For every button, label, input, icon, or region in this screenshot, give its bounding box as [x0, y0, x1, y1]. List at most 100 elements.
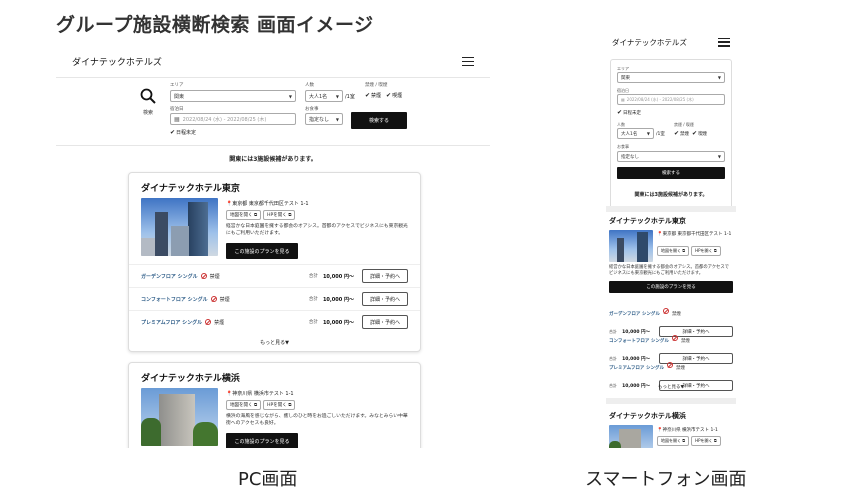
open-hp-button[interactable]: HPを開く ⧉ — [263, 400, 296, 410]
view-plans-button[interactable]: この施設のプランを見る — [609, 281, 733, 293]
room-name[interactable]: プレミアムフロア シングル — [141, 319, 202, 326]
brand-logo[interactable]: ダイナテックホテルズ — [612, 37, 687, 48]
check-icon: ✔ — [617, 109, 623, 116]
detail-reserve-button[interactable]: 詳細・予約へ — [362, 315, 408, 329]
undecided-checkbox[interactable]: ✔ 日程未定 — [170, 129, 196, 136]
no-smoking-icon — [205, 319, 212, 325]
room-name[interactable]: コンフォートフロア シングル — [609, 339, 669, 344]
area-select[interactable]: 関東 ▼ — [170, 90, 296, 102]
smoking-label: 禁煙 / 喫煙 — [365, 83, 388, 88]
hotel-card: ダイナテックホテル東京 📍東京都 東京都千代田区テスト 1-1 地図を開く ⧉ … — [128, 172, 421, 352]
search-submit-button[interactable]: 検索する — [617, 167, 725, 179]
meal-select[interactable]: 指定なし ▼ — [617, 151, 725, 162]
check-icon: ✔ — [170, 129, 176, 136]
show-more-link[interactable]: もっと見る▼ — [606, 384, 736, 390]
room-name[interactable]: コンフォートフロア シングル — [141, 296, 208, 303]
open-map-button[interactable]: 地図を開く ⧉ — [657, 246, 690, 256]
calendar-icon: ▦ — [174, 115, 180, 123]
smoking-checkbox[interactable]: ✔ 喫煙 — [692, 130, 707, 137]
guests-select[interactable]: 大人1名 ▼ — [305, 90, 343, 102]
room-row: ガーデンフロア シングル 禁煙 合計 10,000 円〜 詳細・予約へ — [129, 264, 420, 287]
hotel-address: 📍東京都 東京都千代田区テスト 1-1 — [657, 232, 732, 237]
brand-logo[interactable]: ダイナテックホテルズ — [72, 55, 162, 68]
room-row: コンフォートフロア シングル 禁煙 合計 10,000 円〜 詳細・予約へ — [129, 287, 420, 310]
room-price: 10,000 円〜 — [322, 319, 354, 326]
area-label: エリア — [170, 83, 184, 88]
external-link-icon: ⧉ — [253, 213, 258, 218]
hotel-photo — [609, 230, 653, 262]
room-name[interactable]: ガーデンフロア シングル — [609, 312, 660, 317]
hotel-description: 横浜の海風を感じながら、癒しのひと時をお過ごしいただけます。みなとみらい中華街へ… — [226, 414, 408, 426]
chevron-down-icon: ▼ — [335, 116, 339, 122]
hotel-description: 経営かな日本庭園を擁する都会のオアシス。首都のアクセスでビジネスにも東京観光にも… — [226, 224, 408, 236]
room-price: 10,000 円〜 — [322, 296, 354, 303]
open-hp-button[interactable]: HPを開く ⧉ — [691, 246, 721, 256]
chevron-down-icon: ▼ — [717, 154, 721, 159]
menu-icon[interactable] — [718, 37, 730, 47]
area-select[interactable]: 関東 ▼ — [617, 72, 725, 83]
sp-screen: ダイナテックホテルズ エリア 関東 ▼ 宿泊日 ▦ 2022/08/24 (水) -… — [606, 28, 736, 448]
pc-caption: PC画面 — [238, 469, 298, 490]
external-link-icon: ⧉ — [682, 438, 686, 443]
room-name[interactable]: プレミアムフロア シングル — [609, 366, 664, 371]
hotel-name[interactable]: ダイナテックホテル東京 — [141, 181, 240, 194]
hotel-name[interactable]: ダイナテックホテル東京 — [609, 216, 686, 226]
nonsmoking-checkbox[interactable]: ✔ 禁煙 — [365, 92, 381, 99]
guests-select[interactable]: 大人1名 ▼ — [617, 128, 654, 139]
check-icon: ✔ — [692, 130, 698, 137]
external-link-icon: ⧉ — [682, 248, 686, 253]
pc-screen: ダイナテックホテルズ 検索 エリア 関東 ▼ 人数 大人1名 ▼ /1室 禁煙 / … — [56, 46, 490, 448]
hotel-name[interactable]: ダイナテックホテル横浜 — [141, 371, 240, 384]
sp-search-form: エリア 関東 ▼ 宿泊日 ▦ 2022/08/24 (水) - 2022/08/25… — [610, 59, 732, 212]
search-icon — [140, 88, 156, 104]
page-title: グループ施設横断検索 画面イメージ — [56, 14, 374, 36]
smoking-checkbox[interactable]: ✔ 喫煙 — [386, 92, 402, 99]
show-more-link[interactable]: もっと見る▼ — [129, 339, 420, 346]
no-smoking-icon — [666, 361, 673, 368]
search-form: 検索 エリア 関東 ▼ 人数 大人1名 ▼ /1室 禁煙 / 喫煙 ✔ 禁煙 ✔ 喫煙 … — [56, 78, 490, 146]
hotel-name[interactable]: ダイナテックホテル横浜 — [609, 411, 686, 421]
chevron-down-icon: ▼ — [288, 93, 292, 99]
room-name[interactable]: ガーデンフロア シングル — [141, 273, 198, 280]
room-price: 10,000 円〜 — [322, 273, 354, 280]
view-plans-button[interactable]: この施設のプランを見る — [226, 243, 298, 259]
detail-reserve-button[interactable]: 詳細・予約へ — [362, 292, 408, 306]
open-map-button[interactable]: 地図を開く ⧉ — [226, 210, 262, 220]
undecided-checkbox[interactable]: ✔ 日程未定 — [617, 109, 641, 116]
open-map-button[interactable]: 地図を開く ⧉ — [226, 400, 262, 410]
per-room-text: /1室 — [345, 94, 355, 100]
hotel-photo — [141, 388, 218, 446]
detail-reserve-button[interactable]: 詳細・予約へ — [362, 269, 408, 283]
nonsmoking-checkbox[interactable]: ✔ 禁煙 — [674, 130, 689, 137]
calendar-icon: ▦ — [621, 97, 625, 102]
hotel-card: ダイナテックホテル横浜 📍神奈川県 横浜市テスト 1-1 地図を開く ⧉ HPを… — [128, 362, 421, 448]
menu-icon[interactable] — [462, 57, 474, 66]
meal-label: お食事 — [305, 107, 319, 112]
external-link-icon: ⧉ — [253, 403, 258, 408]
result-count: 関東には3施設候補があります。 — [634, 192, 708, 198]
search-submit-button[interactable]: 検索する — [351, 112, 407, 129]
external-link-icon: ⧉ — [713, 248, 717, 253]
no-smoking-icon — [662, 307, 669, 314]
hotel-address: 📍神奈川県 横浜市テスト 1-1 — [226, 391, 294, 397]
view-plans-button[interactable]: この施設のプランを見る — [226, 433, 298, 448]
meal-select[interactable]: 指定なし ▼ — [305, 113, 343, 125]
dates-input[interactable]: ▦ 2022/08/24 (水) - 2022/08/25 (木) — [170, 113, 296, 125]
chevron-down-icon: ▼ — [335, 93, 339, 99]
open-map-button[interactable]: 地図を開く ⧉ — [657, 436, 690, 446]
hotel-address: 📍神奈川県 横浜市テスト 1-1 — [657, 428, 718, 433]
open-hp-button[interactable]: HPを開く ⧉ — [263, 210, 296, 220]
dates-input[interactable]: ▦ 2022/08/24 (水) - 2022/08/25 (木) — [617, 94, 725, 105]
no-smoking-icon — [200, 273, 207, 279]
hotel-description: 経営かな日本庭園を擁する都会のオアシス。首都のアクセスでビジネスにも東京観光にも… — [609, 265, 729, 276]
check-icon: ✔ — [365, 92, 371, 99]
open-hp-button[interactable]: HPを開く ⧉ — [691, 436, 721, 446]
chevron-down-icon: ▼ — [646, 131, 650, 136]
check-icon: ✔ — [386, 92, 392, 99]
search-icon-button[interactable]: 検索 — [140, 88, 156, 116]
pc-header: ダイナテックホテルズ — [56, 46, 490, 78]
result-count: 関東には3施設候補があります。 — [229, 156, 317, 163]
sp-header: ダイナテックホテルズ — [606, 28, 736, 56]
no-smoking-icon — [210, 296, 217, 302]
search-label: 検索 — [142, 110, 153, 116]
